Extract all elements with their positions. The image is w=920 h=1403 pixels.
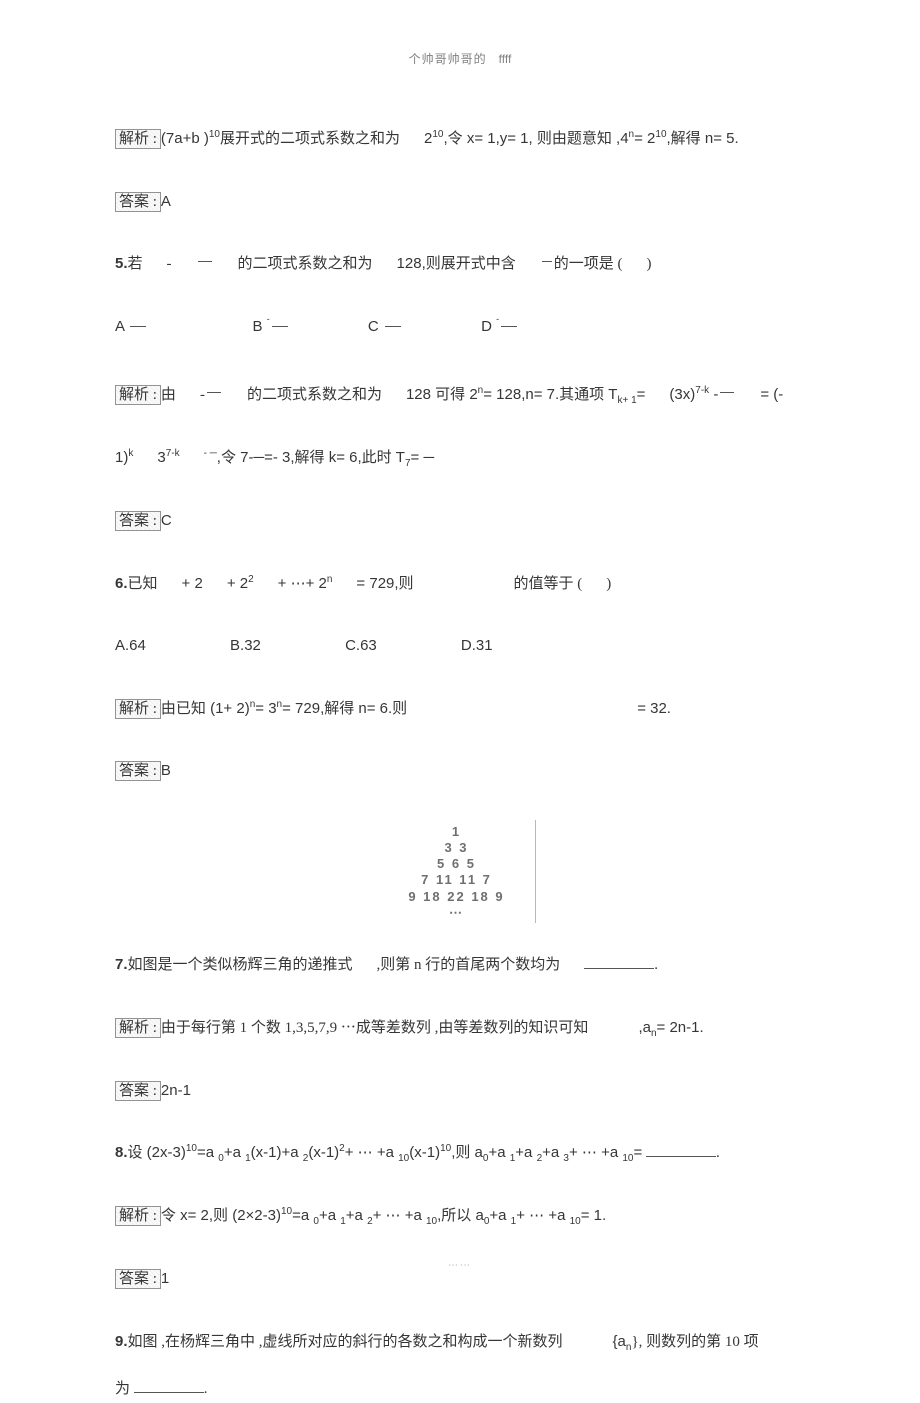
pascal-like-triangle: 1 3 3 5 6 5 7 11 11 7 9 18 22 18 9 ⋯: [385, 820, 536, 924]
blank-input: [584, 956, 654, 969]
q6-answer: 答案 :B: [115, 757, 805, 786]
label-jiexi: 解析 :: [115, 1018, 161, 1038]
q5-optD: D -: [481, 318, 519, 335]
q5-optB: B -: [253, 318, 290, 335]
header-left: 个帅哥帅哥的: [409, 52, 487, 66]
q7-answer: 答案 :2n-1: [115, 1077, 805, 1106]
q5-optA: A: [115, 318, 148, 335]
q9-stem-l2: 为 .: [115, 1375, 805, 1403]
q8-stem: 8.设 (2x-3)10=a 0+a 1(x-1)+a 2(x-1)2+ ⋯ +…: [115, 1139, 805, 1168]
q6-solution: 解析 :由已知 (1+ 2)n= 3n= 729,解得 n= 6.则= 32.: [115, 695, 805, 724]
q8-solution: 解析 :令 x= 2,则 (2×2-3)10=a 0+a 1+a 2+ ⋯ +a…: [115, 1202, 805, 1231]
label-daan: 答案 :: [115, 1081, 161, 1101]
q5-optC: C: [368, 318, 403, 335]
label-jiexi: 解析 :: [115, 699, 161, 719]
q5-options: A B - C D -: [115, 313, 805, 342]
q6-options: A.64 B.32 C.63 D.31: [115, 632, 805, 661]
q5-solution-l1: 解析 :由-的二项式系数之和为128 可得 2n= 128,n= 7.其通项 T…: [115, 381, 805, 410]
q9-stem: 9.如图 ,在杨辉三角中 ,虚线所对应的斜行的各数之和构成一个新数列{an}, …: [115, 1328, 805, 1357]
q4-solution: 解析 :(7a+b )10展开式的二项式系数之和为210,令 x= 1,y= 1…: [115, 125, 805, 154]
q7-solution: 解析 :由于每行第 1 个数 1,3,5,7,9 ⋯成等差数列 ,由等差数列的知…: [115, 1014, 805, 1043]
q5-answer: 答案 :C: [115, 507, 805, 536]
label-daan: 答案 :: [115, 761, 161, 781]
label-daan: 答案 :: [115, 511, 161, 531]
label-daan: 答案 :: [115, 1269, 161, 1289]
label-jiexi: 解析 :: [115, 1206, 161, 1226]
q6-optB: B.32: [230, 632, 261, 661]
page-header: 个帅哥帅哥的 ffff: [115, 50, 805, 67]
q7-stem: 7.如图是一个类似杨辉三角的递推式,则第 n 行的首尾两个数均为.: [115, 951, 805, 980]
page-footer: ⋯⋯: [0, 1260, 920, 1271]
label-jiexi: 解析 :: [115, 129, 161, 149]
header-right: ffff: [499, 52, 512, 66]
label-daan: 答案 :: [115, 192, 161, 212]
label-jiexi: 解析 :: [115, 385, 161, 405]
q6-optA: A.64: [115, 632, 146, 661]
blank-input: [646, 1144, 716, 1157]
q4-answer: 答案 :A: [115, 188, 805, 217]
q6-optD: D.31: [461, 632, 493, 661]
q5-stem: 5.若-的二项式系数之和为128,则展开式中含的一项是 (): [115, 250, 805, 279]
q5-solution-l2: 1)k37-k- ─,令 7-─=- 3,解得 k= 6,此时 T7= ─: [115, 444, 805, 473]
q6-optC: C.63: [345, 632, 377, 661]
blank-input: [134, 1380, 204, 1393]
q6-stem: 6.已知+ 2+ 22+ ⋯+ 2n= 729,则的值等于 (): [115, 570, 805, 599]
